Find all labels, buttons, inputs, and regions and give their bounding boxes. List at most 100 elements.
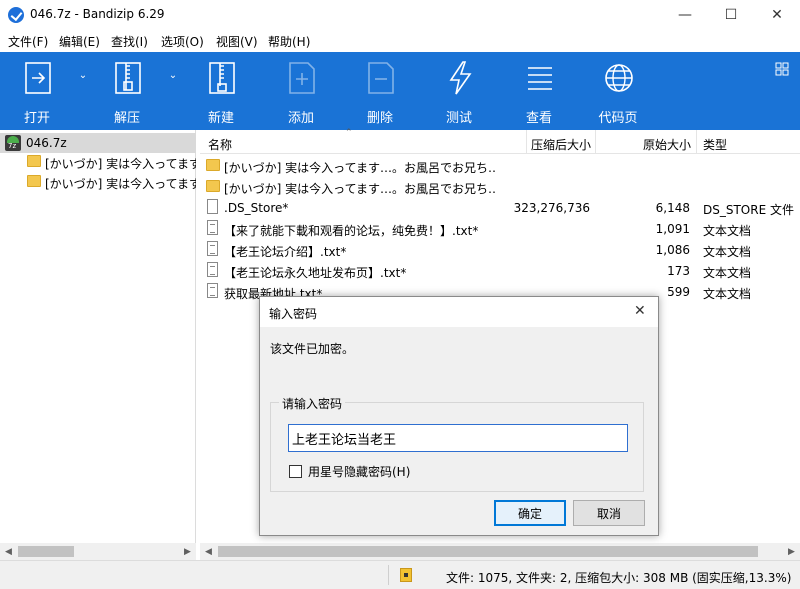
list-item[interactable]: 【老王论坛介绍】.txt* 1,086 文本文档 — [200, 239, 800, 260]
title-bar: 046.7z - Bandizip 6.29 — ☐ ✕ — [0, 0, 800, 30]
file-name: 【来了就能下載和观看的论坛，纯免费！】.txt* — [224, 224, 479, 238]
bandizip-app-icon — [8, 7, 24, 23]
layout-grid-icon[interactable] — [775, 62, 789, 76]
file-original-size: 173 — [667, 264, 690, 278]
codepage-button[interactable]: 代码页 — [583, 52, 653, 130]
test-icon — [449, 61, 472, 95]
list-horizontal-scrollbar[interactable]: ◀ ▶ — [200, 543, 800, 560]
column-separator[interactable] — [526, 130, 527, 154]
file-type: 文本文档 — [703, 266, 752, 280]
minimize-button[interactable]: — — [662, 0, 708, 30]
folder-icon — [27, 155, 41, 167]
file-original-size: 599 — [667, 285, 690, 299]
dialog-close-icon[interactable]: ✕ — [634, 303, 646, 319]
minimize-icon: — — [678, 7, 692, 23]
encrypted-archive-icon — [400, 568, 412, 582]
file-name: [かいづか] 実は今入ってます…。お風呂でお兄ち… — [224, 161, 496, 175]
tree-horizontal-scrollbar[interactable]: ◀ ▶ — [0, 543, 196, 560]
file-type: DS_STORE 文件 — [703, 203, 794, 217]
scroll-right-icon[interactable]: ▶ — [783, 543, 800, 560]
open-button[interactable]: 打开 — [2, 52, 72, 130]
open-dropdown-chevron-icon[interactable]: ⌄ — [76, 70, 90, 84]
scrollbar-thumb[interactable] — [18, 546, 74, 557]
add-label: 添加 — [287, 111, 314, 126]
menu-edit[interactable]: 编辑(E) — [59, 33, 100, 50]
close-button[interactable]: ✕ — [754, 0, 800, 30]
menu-help[interactable]: 帮助(H) — [268, 33, 310, 50]
menu-view[interactable]: 视图(V) — [216, 33, 258, 50]
file-type: 文本文档 — [703, 287, 752, 301]
column-separator[interactable] — [696, 130, 697, 154]
ok-button[interactable]: 确定 — [494, 500, 566, 526]
menu-find[interactable]: 查找(I) — [111, 33, 148, 50]
file-name: .DS_Store* — [224, 201, 289, 215]
cancel-button[interactable]: 取消 — [573, 500, 645, 526]
scrollbar-thumb[interactable] — [218, 546, 758, 557]
view-button[interactable]: 查看 — [504, 52, 574, 130]
folder-icon — [27, 175, 41, 187]
file-original-size: 6,148 — [655, 201, 690, 215]
new-archive-icon — [209, 62, 235, 94]
password-dialog: 输入密码 ✕ 该文件已加密。 请输入密码 用星号隐藏密码(H) 确定 取消 — [259, 296, 659, 536]
extract-button[interactable]: 解压 — [92, 52, 162, 130]
dialog-title-bar: 输入密码 ✕ — [260, 297, 658, 327]
test-label: 测试 — [445, 111, 472, 126]
password-input[interactable] — [288, 424, 628, 452]
mask-password-label[interactable]: 用星号隐藏密码(H) — [308, 463, 410, 480]
status-bar: 文件: 1075, 文件夹: 2, 压缩包大小: 308 MB (固实压缩,13… — [0, 560, 800, 589]
maximize-button[interactable]: ☐ — [708, 0, 754, 30]
list-item[interactable]: 【来了就能下載和观看的论坛，纯免费！】.txt* 1,091 文本文档 — [200, 218, 800, 239]
list-item[interactable]: [かいづか] 実は今入ってます…。お風呂でお兄ち… — [200, 155, 800, 176]
column-name[interactable]: 名称 — [208, 136, 232, 153]
list-item[interactable]: [かいづか] 実は今入ってます…。お風呂でお兄ち… — [200, 176, 800, 197]
dialog-message: 该文件已加密。 — [270, 342, 355, 356]
file-name: 【老王论坛永久地址发布页】.txt* — [224, 266, 407, 280]
list-header: ⌃ 名称 压缩后大小 原始大小 类型 — [200, 128, 800, 154]
delete-icon — [368, 62, 394, 94]
toolbar: 打开 ⌄ 解压 ⌄ 新建 添加 删除 测试 查看 代码页 — [0, 52, 800, 130]
file-icon — [207, 199, 218, 214]
tree-root[interactable]: 046.7z — [0, 133, 196, 153]
list-item[interactable]: 【老王论坛永久地址发布页】.txt* 173 文本文档 — [200, 260, 800, 281]
tree-item[interactable]: [かいづか] 実は今入ってます — [0, 152, 196, 172]
add-button[interactable]: 添加 — [266, 52, 336, 130]
file-type: 文本文档 — [703, 224, 752, 238]
delete-label: 删除 — [366, 111, 393, 126]
delete-button[interactable]: 删除 — [345, 52, 415, 130]
column-separator[interactable] — [595, 130, 596, 154]
status-divider — [388, 565, 389, 585]
scroll-left-icon[interactable]: ◀ — [200, 543, 217, 560]
dialog-title: 输入密码 — [269, 307, 318, 321]
codepage-icon — [605, 64, 633, 92]
scroll-right-icon[interactable]: ▶ — [179, 543, 196, 560]
test-button[interactable]: 测试 — [424, 52, 494, 130]
menu-file[interactable]: 文件(F) — [8, 33, 48, 50]
mask-password-checkbox[interactable] — [289, 465, 302, 478]
file-name: [かいづか] 実は今入ってます…。お風呂でお兄ち… — [224, 182, 496, 196]
text-document-icon — [207, 220, 218, 235]
codepage-label: 代码页 — [598, 111, 638, 126]
password-group: 请输入密码 用星号隐藏密码(H) — [270, 395, 644, 492]
sort-ascending-icon: ⌃ — [345, 128, 353, 138]
file-original-size: 1,091 — [655, 222, 690, 236]
file-packed-size: 323,276,736 — [513, 201, 590, 215]
tree-item-label: [かいづか] 実は今入ってます — [45, 177, 196, 191]
menu-options[interactable]: 选项(O) — [161, 33, 204, 50]
extract-dropdown-chevron-icon[interactable]: ⌄ — [166, 70, 180, 84]
menu-bar: 文件(F) 编辑(E) 查找(I) 选项(O) 视图(V) 帮助(H) — [0, 30, 800, 52]
new-archive-button[interactable]: 新建 — [186, 52, 256, 130]
add-icon — [289, 62, 315, 94]
tree-root-label: 046.7z — [26, 136, 67, 150]
scroll-left-icon[interactable]: ◀ — [0, 543, 17, 560]
text-document-icon — [207, 241, 218, 256]
column-type[interactable]: 类型 — [703, 136, 727, 153]
column-original-size[interactable]: 原始大小 — [643, 136, 691, 153]
extract-label: 解压 — [113, 111, 140, 126]
window-title: 046.7z - Bandizip 6.29 — [30, 7, 165, 21]
maximize-icon: ☐ — [724, 7, 738, 23]
file-type: 文本文档 — [703, 245, 752, 259]
view-icon — [528, 67, 552, 90]
column-packed-size[interactable]: 压缩后大小 — [531, 136, 591, 153]
tree-item[interactable]: [かいづか] 実は今入ってます — [0, 172, 196, 192]
list-item[interactable]: .DS_Store* 323,276,736 6,148 DS_STORE 文件 — [200, 197, 800, 218]
